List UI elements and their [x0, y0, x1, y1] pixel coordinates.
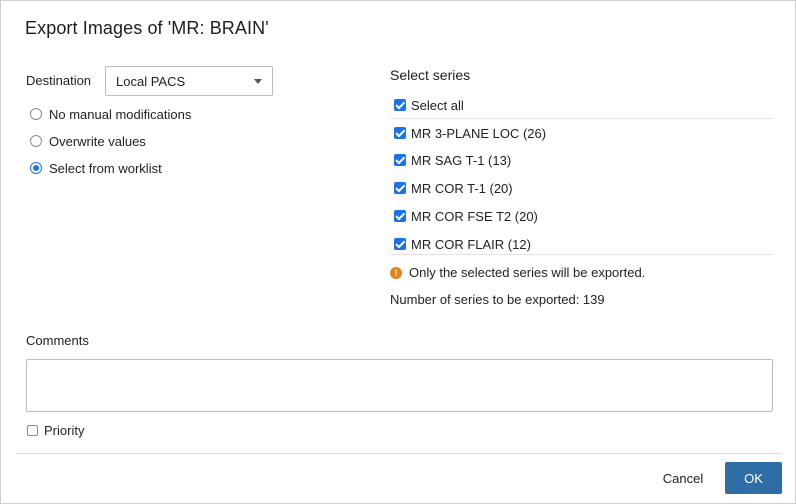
checkbox[interactable] [394, 154, 406, 166]
divider [390, 118, 773, 119]
mode-label: No manual modifications [49, 106, 192, 122]
select-all-label: Select all [411, 97, 464, 113]
warning-text: Only the selected series will be exporte… [409, 265, 646, 280]
export-warning: ! Only the selected series will be expor… [390, 265, 645, 280]
series-item[interactable]: MR COR FSE T2 (20) [394, 208, 538, 224]
destination-select[interactable]: Local PACS [105, 66, 273, 96]
mode-label: Overwrite values [49, 133, 146, 149]
export-dialog: Export Images of 'MR: BRAIN' Destination… [0, 0, 796, 504]
mode-label: Select from worklist [49, 160, 162, 176]
destination-value: Local PACS [116, 74, 186, 89]
series-label: MR COR FLAIR (12) [411, 236, 531, 252]
mode-option-overwrite[interactable]: Overwrite values [30, 132, 146, 150]
radio-button[interactable] [30, 162, 42, 174]
footer-divider [16, 453, 782, 454]
checkbox[interactable] [394, 99, 406, 111]
dialog-title: Export Images of 'MR: BRAIN' [25, 18, 269, 38]
ok-button[interactable]: OK [725, 462, 782, 494]
select-all-checkbox-row[interactable]: Select all [394, 97, 464, 113]
checkbox[interactable] [394, 127, 406, 139]
chevron-down-icon [254, 79, 262, 84]
series-label: MR COR T-1 (20) [411, 180, 513, 196]
series-item[interactable]: MR COR FLAIR (12) [394, 236, 531, 252]
mode-option-worklist[interactable]: Select from worklist [30, 159, 162, 177]
series-label: MR COR FSE T2 (20) [411, 208, 538, 224]
comments-label: Comments [26, 333, 89, 348]
comments-field[interactable] [26, 359, 773, 412]
series-item[interactable]: MR SAG T-1 (13) [394, 152, 511, 168]
series-label: MR SAG T-1 (13) [411, 152, 512, 168]
checkbox[interactable] [394, 182, 406, 194]
series-item[interactable]: MR COR T-1 (20) [394, 180, 513, 196]
checkbox[interactable] [394, 238, 406, 250]
radio-button[interactable] [30, 135, 42, 147]
series-panel-title: Select series [390, 67, 471, 83]
warning-icon: ! [390, 266, 402, 279]
priority-checkbox-row[interactable]: Priority [27, 423, 84, 438]
cancel-button[interactable]: Cancel [651, 462, 715, 494]
destination-label: Destination [26, 73, 92, 88]
checkbox[interactable] [394, 210, 406, 222]
checkbox[interactable] [27, 425, 38, 436]
divider [390, 254, 773, 255]
priority-label: Priority [44, 423, 85, 438]
mode-option-no-modifications[interactable]: No manual modifications [30, 105, 191, 123]
series-count-text: Number of series to be exported: 139 [390, 292, 605, 307]
radio-button[interactable] [30, 108, 42, 120]
series-label: MR 3-PLANE LOC (26) [411, 125, 547, 141]
series-item[interactable]: MR 3-PLANE LOC (26) [394, 125, 546, 141]
